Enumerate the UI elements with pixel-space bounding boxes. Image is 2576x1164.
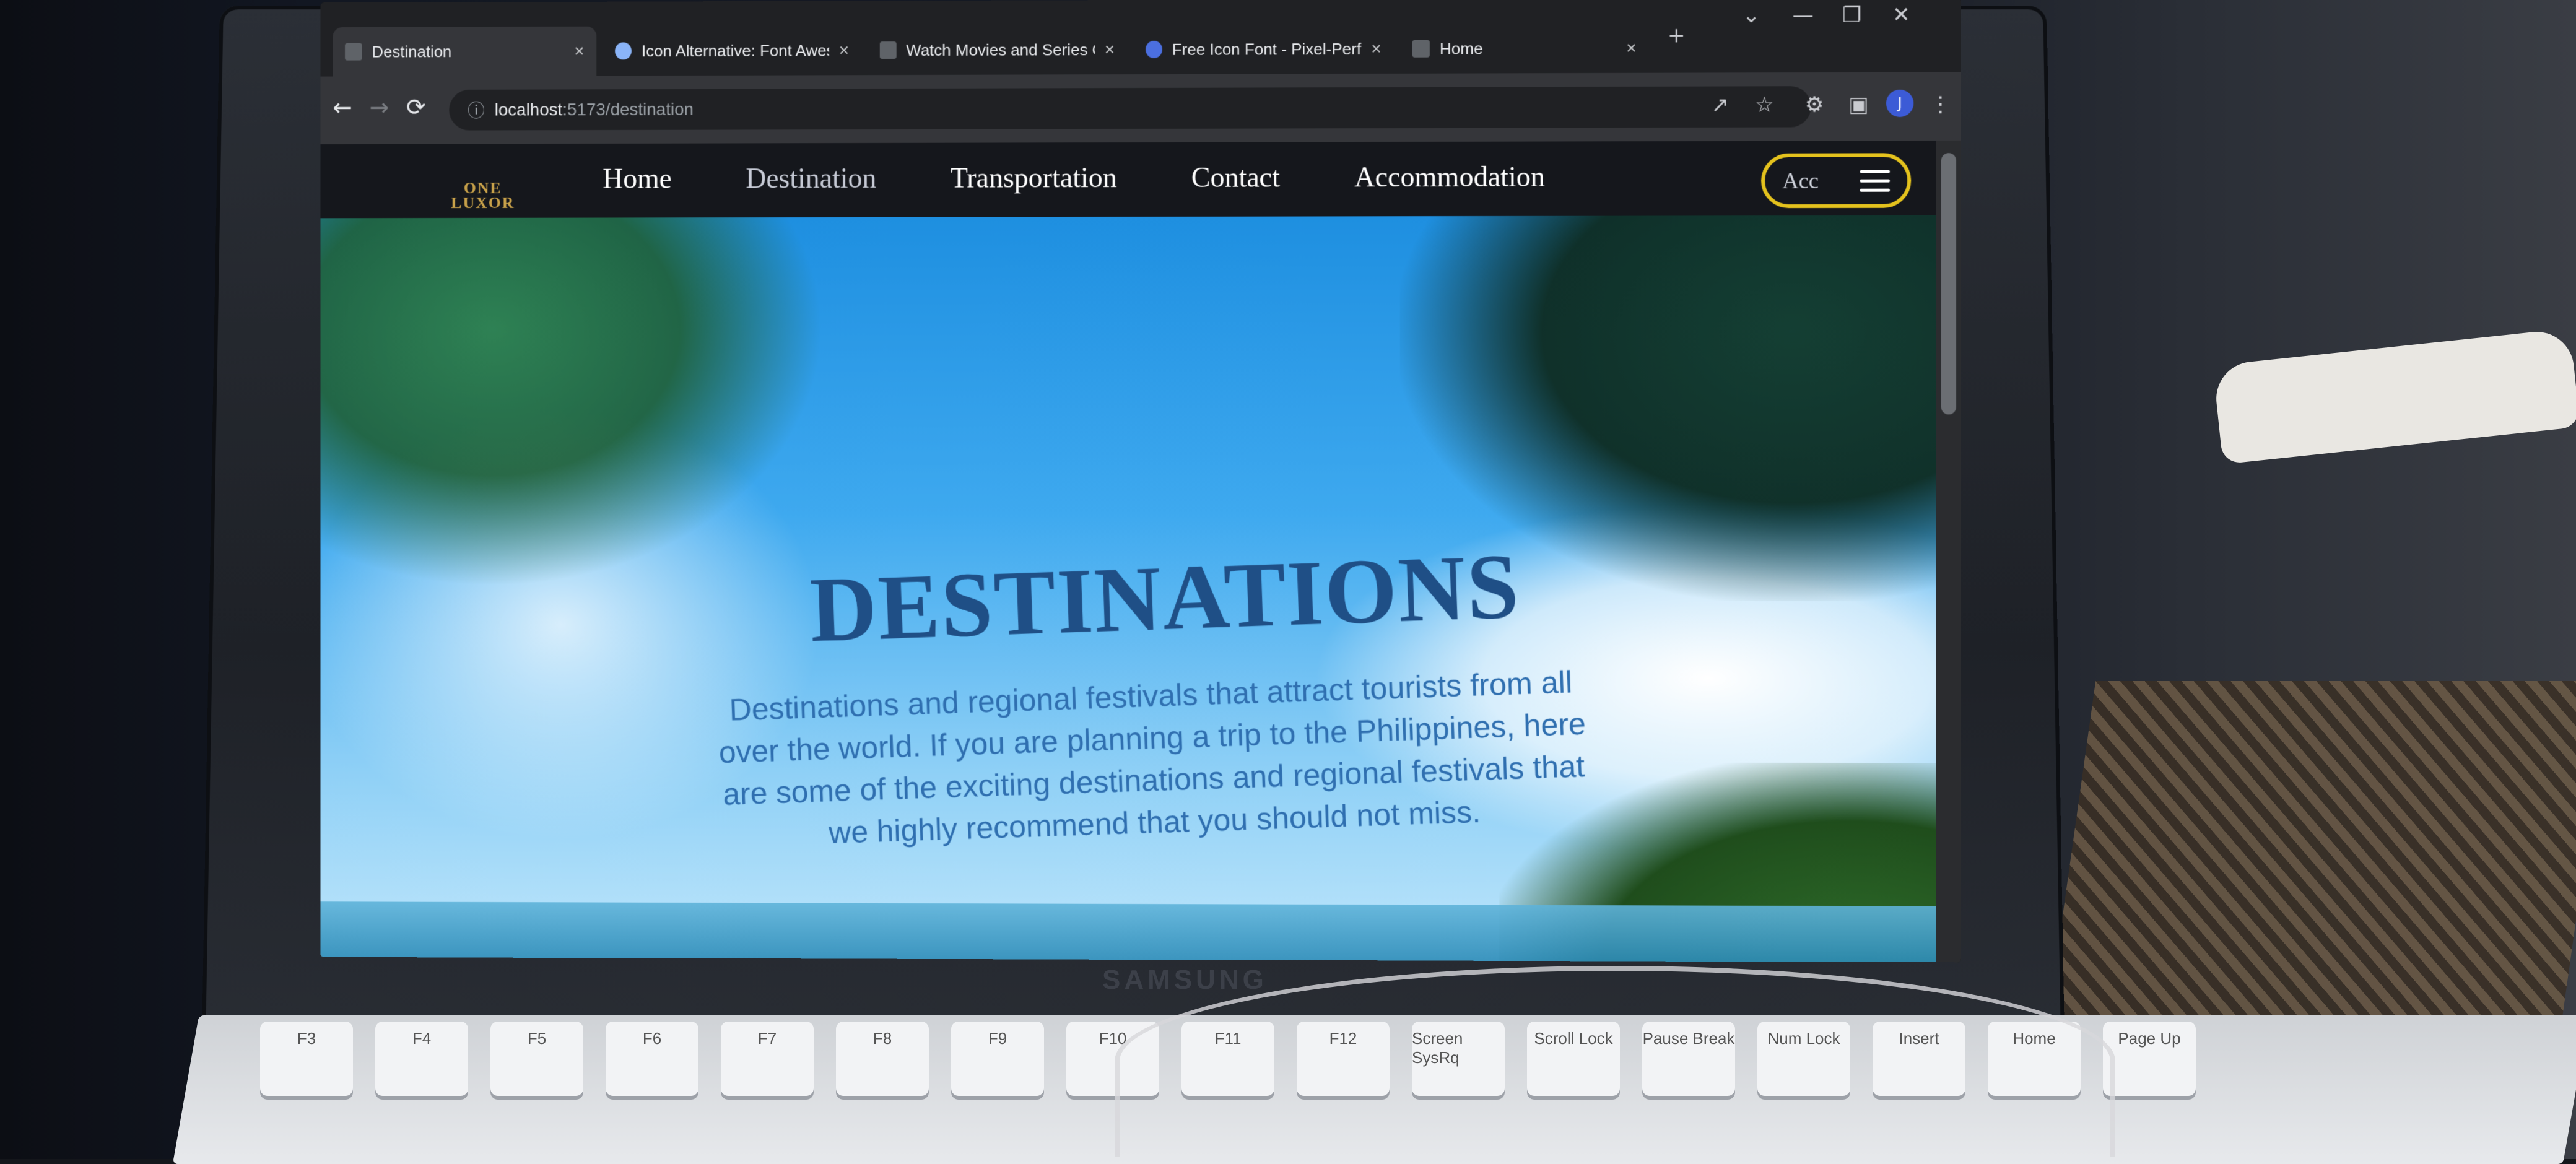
- nav-link-destination[interactable]: Destination: [746, 143, 876, 194]
- tab-home[interactable]: Home ×: [1400, 23, 1649, 73]
- cable: [1115, 966, 2115, 1157]
- laptop-brand: SAMSUNG: [1102, 965, 1268, 995]
- extensions-icon[interactable]: ⚙: [1805, 92, 1824, 117]
- close-icon[interactable]: ×: [1626, 38, 1636, 58]
- tab-title: Free Icon Font - Pixel-Perfe: [1172, 39, 1362, 59]
- profile-avatar[interactable]: J: [1886, 89, 1914, 118]
- restore-icon[interactable]: ❐: [1842, 2, 1861, 27]
- page-icon: [1412, 40, 1430, 58]
- tab-title: Home: [1439, 38, 1483, 58]
- nav-link-contact[interactable]: Contact: [1191, 142, 1280, 193]
- font-icon: [1145, 40, 1162, 58]
- tab-icon-alternative[interactable]: Icon Alternative: Font Awes ×: [603, 25, 861, 76]
- palm-leaves-left-image: [320, 217, 825, 588]
- logo-line-2: LUXOR: [451, 193, 515, 212]
- account-menu-button[interactable]: Acc: [1761, 153, 1912, 209]
- scrollbar-thumb[interactable]: [1941, 153, 1957, 415]
- key: F5: [490, 1022, 583, 1096]
- hamburger-icon: [1860, 169, 1890, 192]
- laptop-screen: Destination × Icon Alternative: Font Awe…: [320, 0, 1962, 963]
- browser-toolbar: ← → ⟳ ⓘ localhost :5173/destination ↗ ☆ …: [320, 72, 1962, 144]
- key: F9: [951, 1022, 1044, 1096]
- url-host: localhost: [494, 100, 563, 119]
- address-bar[interactable]: ⓘ localhost :5173/destination: [449, 86, 1811, 131]
- tab-destination[interactable]: Destination ×: [333, 26, 597, 77]
- tab-watch-movies[interactable]: Watch Movies and Series O ×: [868, 25, 1127, 75]
- tab-title: Watch Movies and Series O: [906, 40, 1095, 59]
- reload-icon[interactable]: ⟳: [406, 93, 426, 121]
- site-navbar: ONE LUXOR Home Destination Transportatio…: [320, 141, 1936, 219]
- webpage: ONE LUXOR Home Destination Transportatio…: [320, 141, 1962, 963]
- key: F8: [836, 1022, 929, 1096]
- share-icon[interactable]: ↗: [1711, 93, 1729, 118]
- new-tab-button[interactable]: +: [1668, 23, 1686, 48]
- tab-title: Destination: [372, 41, 452, 61]
- globe-icon: [615, 42, 632, 60]
- url-path: :5173/destination: [562, 99, 694, 119]
- key: Page Up: [2103, 1022, 2196, 1096]
- key: F6: [606, 1022, 698, 1096]
- minimize-icon[interactable]: —: [1792, 3, 1813, 28]
- close-icon[interactable]: ×: [1371, 39, 1381, 59]
- page-scrollbar[interactable]: [1936, 140, 1962, 963]
- nav-link-home[interactable]: Home: [603, 144, 672, 195]
- forward-arrow-icon[interactable]: →: [370, 93, 389, 121]
- account-button-label: Acc: [1782, 168, 1819, 194]
- menu-dots-icon[interactable]: ⋮: [1930, 92, 1951, 117]
- nav-link-accommodation[interactable]: Accommodation: [1354, 142, 1545, 194]
- back-arrow-icon[interactable]: ←: [333, 93, 352, 121]
- close-icon[interactable]: ×: [1105, 40, 1115, 59]
- info-icon: ⓘ: [468, 101, 485, 121]
- close-window-icon[interactable]: ✕: [1892, 2, 1910, 27]
- tab-search-icon[interactable]: ⌄: [1743, 3, 1760, 28]
- tab-title: Icon Alternative: Font Awes: [642, 40, 829, 60]
- page-icon: [345, 43, 362, 61]
- key: F7: [721, 1022, 814, 1096]
- ww-logo-icon: [879, 41, 897, 59]
- side-panel-icon[interactable]: ▣: [1848, 92, 1868, 117]
- bookmark-star-icon[interactable]: ☆: [1755, 92, 1774, 117]
- site-logo[interactable]: ONE LUXOR: [437, 179, 529, 212]
- close-icon[interactable]: ×: [839, 40, 849, 60]
- close-icon[interactable]: ×: [574, 41, 584, 61]
- tab-free-icon-font[interactable]: Free Icon Font - Pixel-Perfe ×: [1133, 24, 1394, 74]
- browser-tab-bar: Destination × Icon Alternative: Font Awe…: [320, 0, 1962, 77]
- nav-link-transportation[interactable]: Transportation: [951, 142, 1117, 194]
- site-menu: Home Destination Transportation Contact …: [603, 142, 1545, 195]
- sea-image: [320, 901, 1936, 963]
- key: F4: [375, 1022, 468, 1096]
- hero-description: Destinations and regional festivals that…: [718, 664, 1586, 851]
- key: F3: [260, 1022, 353, 1096]
